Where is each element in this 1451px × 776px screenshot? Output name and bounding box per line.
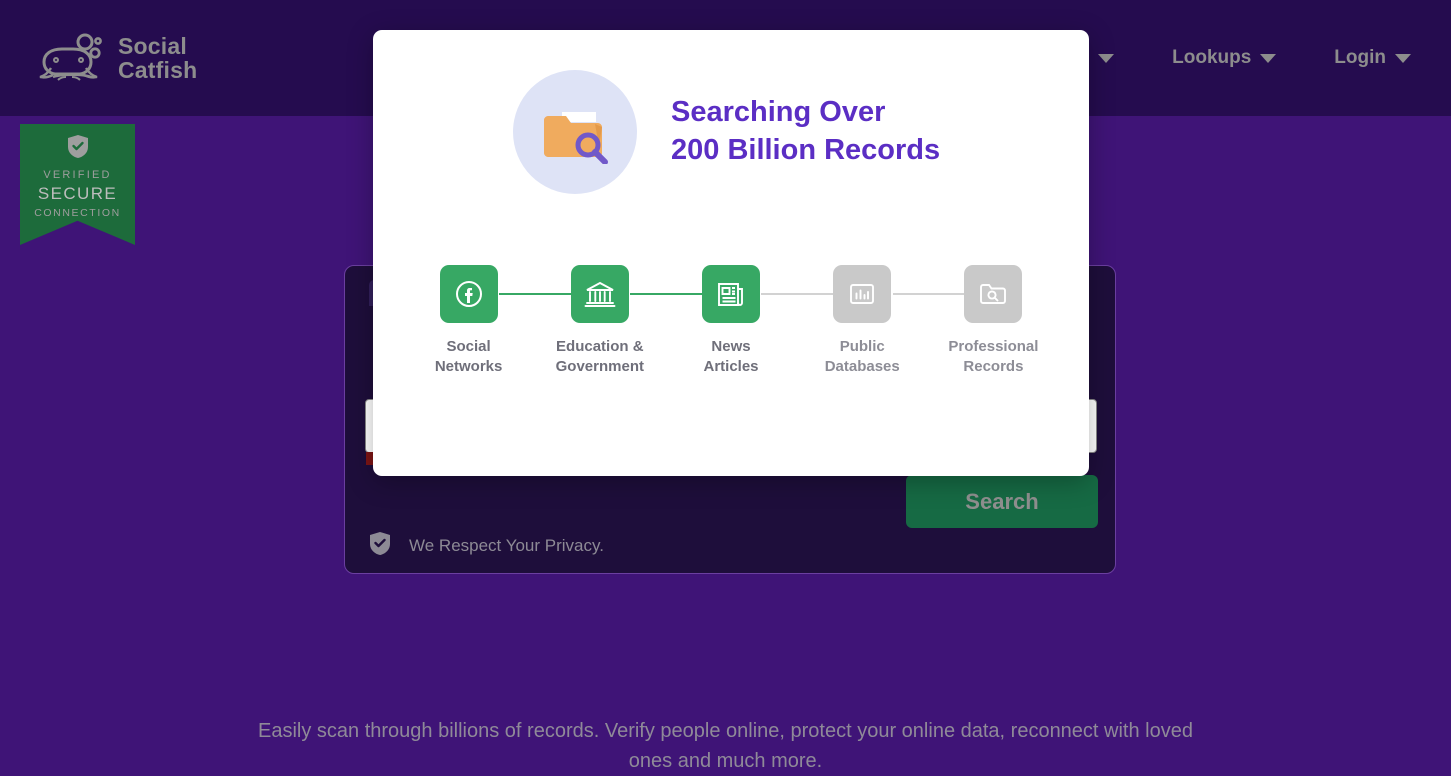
bar-chart-icon [833,265,892,323]
step-label-line1: Education & [556,338,644,355]
facebook-icon [439,265,498,323]
searching-records-modal: Searching Over 200 Billion Records Socia… [373,30,1089,476]
modal-header: Searching Over 200 Billion Records [373,30,1089,194]
step-label: News Articles [665,337,796,378]
step-education-government: Education & Government [534,265,707,378]
folder-search-icon [513,70,637,194]
bank-building-icon [570,265,629,323]
step-label: Social Networks [403,337,534,378]
step-label-line2: Databases [824,358,900,376]
newspaper-icon [702,265,760,323]
step-social-networks: Social Networks [403,265,575,378]
step-label-line1: Public [839,338,885,355]
search-progress-steps: Social Networks Education & Government N… [373,265,1089,378]
modal-overlay: Searching Over 200 Billion Records Socia… [0,0,1451,725]
step-label: Professional Records [928,337,1059,378]
step-label-line2: Articles [703,358,759,376]
step-professional-records: Professional Records [928,265,1059,378]
step-label-line2: Government [555,358,644,376]
step-news-articles: News Articles [665,265,838,378]
step-label: Education & Government [534,337,665,378]
modal-title-line1: Searching Over [671,96,886,129]
step-public-databases: Public Databases [797,265,969,378]
folder-search-icon [964,265,1023,323]
step-label: Public Databases [797,337,928,378]
step-label-line1: Professional [948,338,1039,355]
step-label-line1: News [711,338,751,355]
step-label-line1: Social [446,338,491,355]
hero-subtitle: Easily scan through billions of records.… [258,720,1193,772]
modal-title: Searching Over 200 Billion Records [671,94,940,169]
modal-title-line2: 200 Billion Records [671,134,941,166]
step-label-line2: Records [963,358,1024,376]
step-label-line2: Networks [434,358,503,376]
